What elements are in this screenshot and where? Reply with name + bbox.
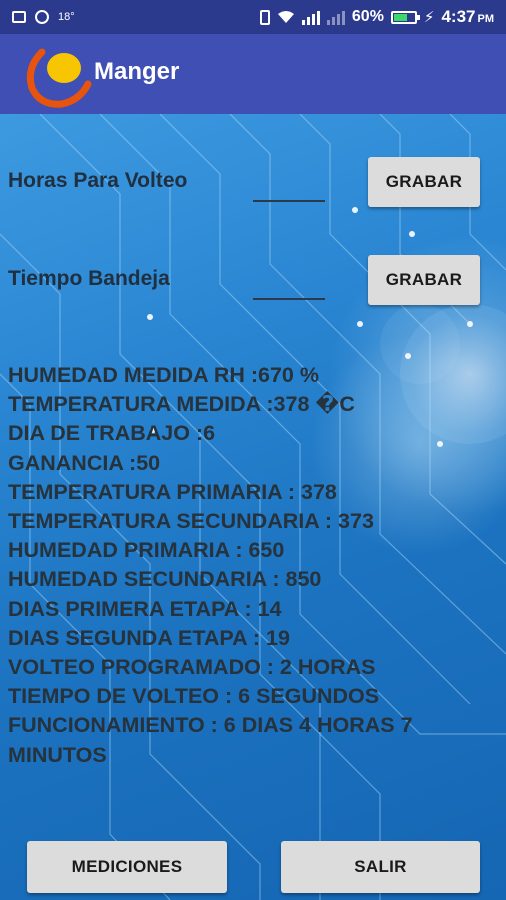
readings-list: HUMEDAD MEDIDA RH :670 % TEMPERATURA MED… [8,361,498,770]
app-logo-icon [26,48,92,108]
tiempo-bandeja-input[interactable] [253,272,325,300]
reading-volteo-programado: VOLTEO PROGRAMADO : 2 HORAS [8,655,376,680]
clock-ampm: PM [477,13,495,25]
mediciones-button[interactable]: MEDICIONES [27,841,227,893]
status-bar-left: 18° [0,10,75,24]
reading-temperatura-medida: TEMPERATURA MEDIDA :378 �C [8,392,355,417]
vibrate-icon [259,9,270,25]
tiempo-bandeja-label: Tiempo Bandeja [8,267,170,290]
reading-humedad-medida: HUMEDAD MEDIDA RH :670 % [8,363,319,387]
signal-icon-secondary [326,10,345,25]
reading-tiempo-volteo: TIEMPO DE VOLTEO : 6 SEGUNDOS [8,684,380,709]
app-bar: Manger [0,34,506,114]
whatsapp-icon [35,10,49,24]
grabar-horas-button[interactable]: GRABAR [368,157,480,207]
reading-dia-trabajo: DIA DE TRABAJO :6 [8,421,216,446]
image-icon [12,11,26,23]
temperature-text: 18° [58,10,75,23]
reading-dias-primera-etapa: DIAS PRIMERA ETAPA : 14 [8,596,282,621]
battery-percent: 60% [351,8,384,25]
salir-button[interactable]: SALIR [281,841,480,893]
reading-humedad-primaria: HUMEDAD PRIMARIA : 650 [8,538,285,563]
app-title: Manger [94,58,180,85]
clock: 4:37 PM [441,7,494,27]
status-bar: 18° 60% ⚡ 4:37 PM [0,0,506,34]
reading-dias-segunda-etapa: DIAS SEGUNDA ETAPA : 19 [8,625,290,650]
charging-icon: ⚡ [423,9,435,26]
reading-funcionamiento: FUNCIONAMIENTO : 6 DIAS 4 HORAS 7 MINUTO… [8,713,419,767]
battery-icon [390,10,420,24]
signal-icon [301,10,320,25]
reading-ganancia: GANANCIA :50 [8,450,161,475]
status-bar-right: 60% ⚡ 4:37 PM [259,0,494,34]
wifi-icon [277,11,294,23]
clock-time: 4:37 [441,7,476,26]
horas-volteo-input[interactable] [253,174,325,202]
main-content: Horas Para Volteo GRABAR Tiempo Bandeja … [0,114,506,900]
reading-humedad-secundaria: HUMEDAD SECUNDARIA : 850 [8,567,322,592]
reading-temperatura-primaria: TEMPERATURA PRIMARIA : 378 [8,479,337,504]
grabar-tiempo-button[interactable]: GRABAR [368,255,480,305]
horas-volteo-label: Horas Para Volteo [8,169,188,192]
reading-temperatura-secundaria: TEMPERATURA SECUNDARIA : 373 [8,509,374,534]
